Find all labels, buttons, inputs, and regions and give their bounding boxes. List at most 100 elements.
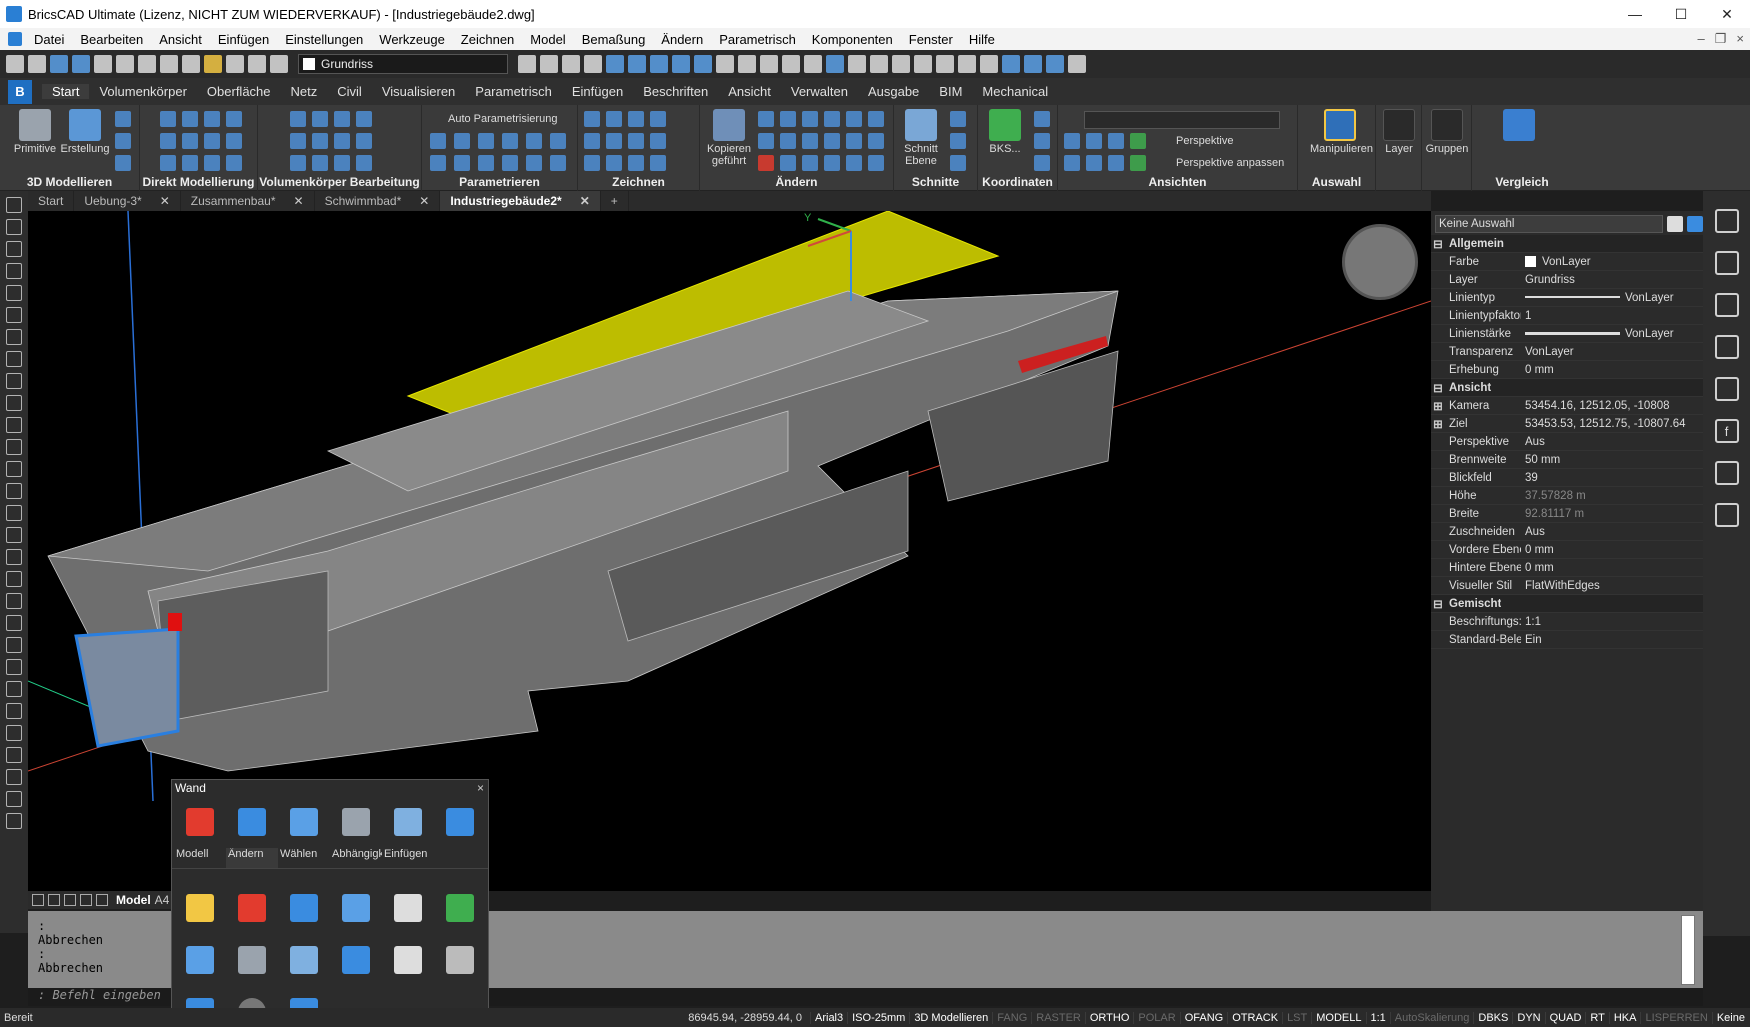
erstellung-button[interactable]: Erstellung (58, 109, 112, 155)
tab-model[interactable]: Model (116, 893, 151, 907)
vb-union-icon[interactable] (290, 111, 306, 127)
panels-grid-icon[interactable] (1714, 209, 1739, 233)
command-scrollbar[interactable] (1681, 915, 1695, 985)
xref-icon[interactable] (804, 55, 822, 73)
view-check2-icon[interactable] (1130, 155, 1146, 171)
new-file-icon[interactable] (6, 55, 24, 73)
menu-model[interactable]: Model (522, 32, 573, 47)
function-fx-icon[interactable]: f (1714, 419, 1739, 443)
mod-trim-icon[interactable] (868, 111, 884, 127)
tool-ellipse-icon[interactable] (6, 417, 22, 433)
param-dim-icon[interactable] (550, 133, 566, 149)
mod-join-icon[interactable] (824, 155, 840, 171)
tool-polyline-icon[interactable] (6, 241, 22, 257)
prop-row[interactable]: Brennweite 50 mm (1431, 451, 1703, 469)
tool-fillet-icon[interactable] (6, 791, 22, 807)
block-icon[interactable] (738, 55, 756, 73)
tab-volumenkoerper[interactable]: Volumenkörper (89, 84, 196, 99)
layer-state-icon[interactable] (584, 55, 602, 73)
mod-scale-icon[interactable] (802, 133, 818, 149)
attach-clip-icon[interactable] (1714, 335, 1739, 359)
view-top-icon[interactable] (628, 55, 646, 73)
mod-fillet-icon[interactable] (846, 133, 862, 149)
quad-copyclip-button[interactable] (382, 882, 434, 934)
tool-arc-icon[interactable] (6, 395, 22, 411)
hatch-grid-icon[interactable] (1714, 377, 1739, 401)
pan-icon[interactable] (1046, 55, 1064, 73)
view-2d-icon[interactable] (1108, 133, 1124, 149)
gear-icon[interactable] (760, 55, 778, 73)
param-tangent-icon[interactable] (526, 133, 542, 149)
quad-label-waehlen[interactable]: Wählen (278, 848, 330, 868)
tool-rotate-icon[interactable] (6, 615, 22, 631)
draw-circle-icon[interactable] (628, 111, 644, 127)
redo-icon[interactable] (182, 55, 200, 73)
cloud-upload-icon[interactable] (1714, 503, 1739, 527)
quad-select-button[interactable] (278, 796, 330, 848)
menu-werkzeuge[interactable]: Werkzeuge (371, 32, 453, 47)
mod-align-icon[interactable] (846, 155, 862, 171)
status-lisperren[interactable]: LISPERREN (1640, 1011, 1711, 1024)
status-modell[interactable]: MODELL (1311, 1011, 1365, 1024)
quad-label-abhaengigkeit[interactable]: Abhängigkei (330, 848, 382, 868)
prop-row[interactable]: Linientypfaktor 1 (1431, 307, 1703, 325)
prop-row[interactable]: Transparenz VonLayer (1431, 343, 1703, 361)
menu-bearbeiten[interactable]: Bearbeiten (72, 32, 151, 47)
zoom-icon[interactable] (1068, 55, 1086, 73)
plot-icon[interactable] (138, 55, 156, 73)
close-tab-icon[interactable]: ✕ (419, 194, 429, 208)
tool-point-icon[interactable] (6, 461, 22, 477)
doc-restore-icon[interactable]: ❐ (1715, 31, 1727, 47)
view-dropdown[interactable] (1084, 111, 1280, 129)
shape-torus-icon[interactable] (936, 55, 954, 73)
quad-matchprop-button[interactable] (382, 934, 434, 986)
prop-row[interactable]: Farbe VonLayer (1431, 253, 1703, 271)
shape-box-icon[interactable] (870, 55, 888, 73)
schnitt-ebene-button[interactable]: Schnitt Ebene (894, 109, 948, 167)
table-icon[interactable] (716, 55, 734, 73)
view-list-icon[interactable] (1086, 155, 1102, 171)
quad-paste-button[interactable] (434, 882, 486, 934)
param-hor-icon[interactable] (478, 155, 494, 171)
tool-chamfer-icon[interactable] (6, 769, 22, 785)
prop-row[interactable]: Beschriftungs: 1:1 (1431, 613, 1703, 631)
menu-komponenten[interactable]: Komponenten (804, 32, 901, 47)
mod-move-icon[interactable] (802, 111, 818, 127)
quad-manipulate-button[interactable] (174, 882, 226, 934)
quad-label-einfuegen[interactable]: Einfügen (382, 848, 434, 868)
section-toggle-icon[interactable] (950, 133, 966, 149)
vb-clean-icon[interactable] (356, 133, 372, 149)
quad-delete-button[interactable] (226, 882, 278, 934)
draw-polyline-icon[interactable] (584, 133, 600, 149)
quad-scale-button[interactable] (330, 934, 382, 986)
next-layout-icon[interactable] (64, 894, 76, 906)
perspektive-button[interactable]: Perspektive (1176, 135, 1233, 147)
extrude-icon[interactable] (115, 111, 131, 127)
status-autoskalierung[interactable]: AutoSkalierung (1389, 1011, 1474, 1024)
mod-rotate-icon[interactable] (780, 111, 796, 127)
tool-line-icon[interactable] (6, 197, 22, 213)
status-keine[interactable]: Keine (1711, 1011, 1749, 1024)
quad-insert-button[interactable] (382, 796, 434, 848)
tool-spline-icon[interactable] (6, 285, 22, 301)
navigation-wheel[interactable] (1342, 224, 1418, 300)
param-perp-icon[interactable] (502, 133, 518, 149)
tab-civil[interactable]: Civil (327, 84, 372, 99)
tool-copy-icon[interactable] (6, 505, 22, 521)
doc-tab[interactable]: Zusammenbau* ✕ (181, 191, 315, 211)
ucs-world-icon[interactable] (1034, 111, 1050, 127)
draw-hatch-icon[interactable] (650, 111, 666, 127)
status-polar[interactable]: POLAR (1133, 1011, 1179, 1024)
menu-fenster[interactable]: Fenster (901, 32, 961, 47)
quad-erase-button[interactable] (174, 796, 226, 848)
vb-shell-icon[interactable] (312, 155, 328, 171)
status-rt[interactable]: RT (1585, 1011, 1608, 1024)
kopieren-gefuehrt-button[interactable]: Kopieren geführt (702, 109, 756, 167)
tab-visualisieren[interactable]: Visualisieren (372, 84, 465, 99)
quad-edit-button[interactable] (434, 934, 486, 986)
mod-copy-icon[interactable] (758, 133, 774, 149)
tool-array-icon[interactable] (6, 571, 22, 587)
tool-move-icon[interactable] (6, 593, 22, 609)
manipulieren-button[interactable]: Manipulieren (1310, 109, 1373, 155)
layer-lock-icon[interactable] (248, 55, 266, 73)
